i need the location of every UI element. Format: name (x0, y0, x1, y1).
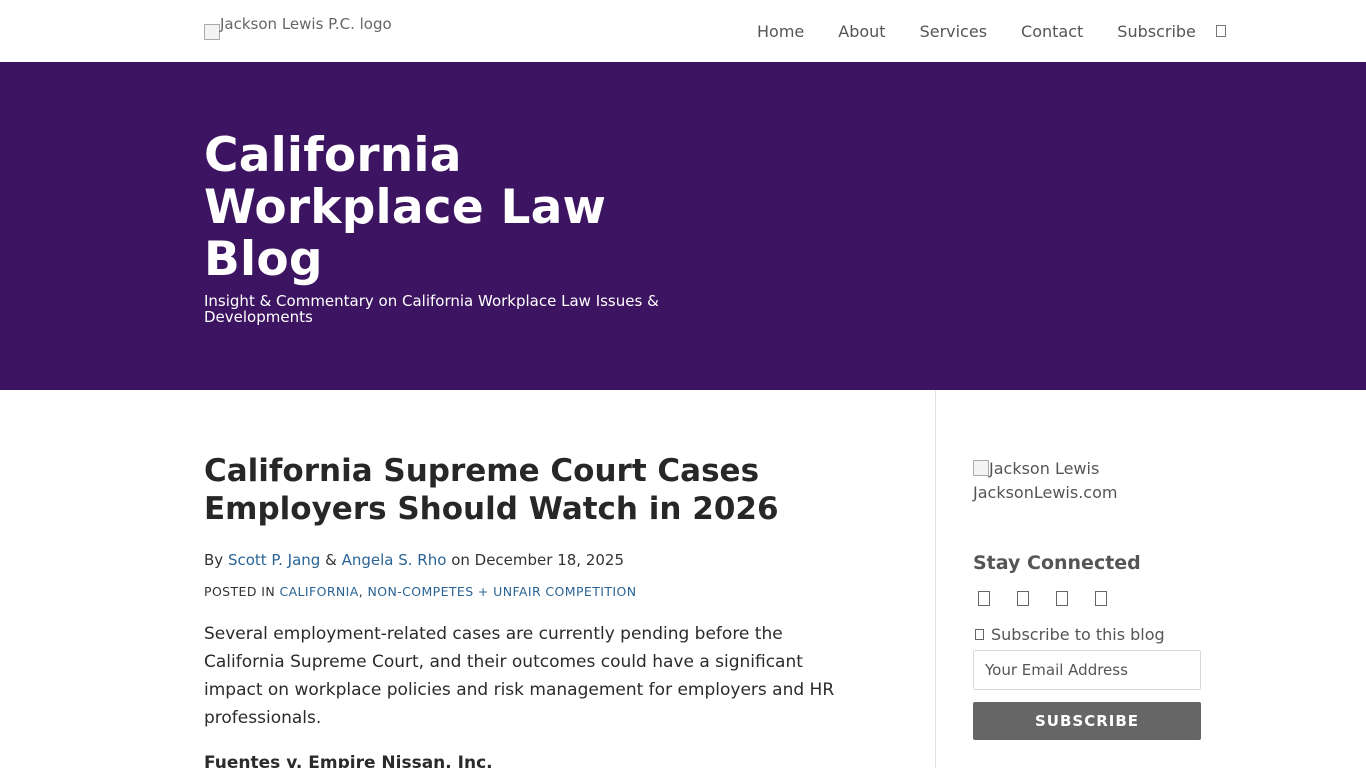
logo-alt-text: Jackson Lewis P.C. logo (220, 15, 392, 33)
category-separator: , (358, 584, 364, 599)
post-categories: POSTED IN CALIFORNIA, NON-COMPETES + UNF… (204, 584, 636, 599)
blog-hero: California Workplace Law Blog Insight & … (0, 62, 1366, 390)
search-icon[interactable] (1215, 25, 1226, 37)
nav-contact[interactable]: Contact (1021, 22, 1083, 41)
byline-by: By (204, 551, 224, 569)
broken-image-icon (973, 460, 989, 476)
post-intro: Several employment-related cases are cur… (204, 624, 835, 728)
main-nav: Home About Services Contact Subscribe (740, 0, 1226, 62)
sidebar-site-link[interactable]: JacksonLewis.com (973, 481, 1213, 505)
post-date: December 18, 2025 (474, 551, 625, 569)
sidebar-logo[interactable]: Jackson Lewis JacksonLewis.com (973, 457, 1213, 505)
author-link-2[interactable]: Angela S. Rho (342, 551, 447, 569)
byline-on: on (451, 551, 470, 569)
byline-amp: & (325, 551, 337, 569)
nav-subscribe[interactable]: Subscribe (1117, 22, 1196, 41)
subscribe-button[interactable]: SUBSCRIBE (973, 702, 1201, 740)
top-navbar: Jackson Lewis P.C. logo Home About Servi… (0, 0, 1366, 62)
subscribe-label-text: Subscribe to this blog (991, 625, 1165, 644)
site-logo[interactable]: Jackson Lewis P.C. logo (204, 16, 392, 40)
linkedin-icon[interactable] (978, 591, 990, 606)
blog-tagline: Insight & Commentary on California Workp… (204, 292, 659, 326)
nav-about[interactable]: About (838, 22, 885, 41)
email-input[interactable] (973, 650, 1201, 690)
category-link-non-competes[interactable]: NON-COMPETES + UNFAIR COMPETITION (367, 584, 636, 599)
nav-services[interactable]: Services (920, 22, 987, 41)
blog-title[interactable]: California Workplace Law Blog (204, 130, 684, 286)
sidebar-divider (935, 390, 936, 768)
social-links (978, 591, 1134, 606)
post-subheading: Fuentes v. Empire Nissan, Inc. (204, 753, 493, 768)
facebook-icon[interactable] (1056, 591, 1068, 606)
broken-image-icon (204, 24, 220, 40)
post-title[interactable]: California Supreme Court Cases Employers… (204, 452, 864, 528)
author-link-1[interactable]: Scott P. Jang (228, 551, 320, 569)
posted-in-label: POSTED IN (204, 584, 276, 599)
sidebar-logo-alt: Jackson Lewis (989, 459, 1100, 478)
stay-connected-heading: Stay Connected (973, 552, 1141, 574)
post-byline: By Scott P. Jang & Angela S. Rho on Dece… (204, 551, 624, 569)
twitter-icon[interactable] (1017, 591, 1029, 606)
category-link-california[interactable]: CALIFORNIA (279, 584, 358, 599)
email-icon (975, 629, 984, 640)
nav-home[interactable]: Home (757, 22, 804, 41)
subscribe-label: Subscribe to this blog (975, 625, 1165, 644)
rss-icon[interactable] (1095, 591, 1107, 606)
